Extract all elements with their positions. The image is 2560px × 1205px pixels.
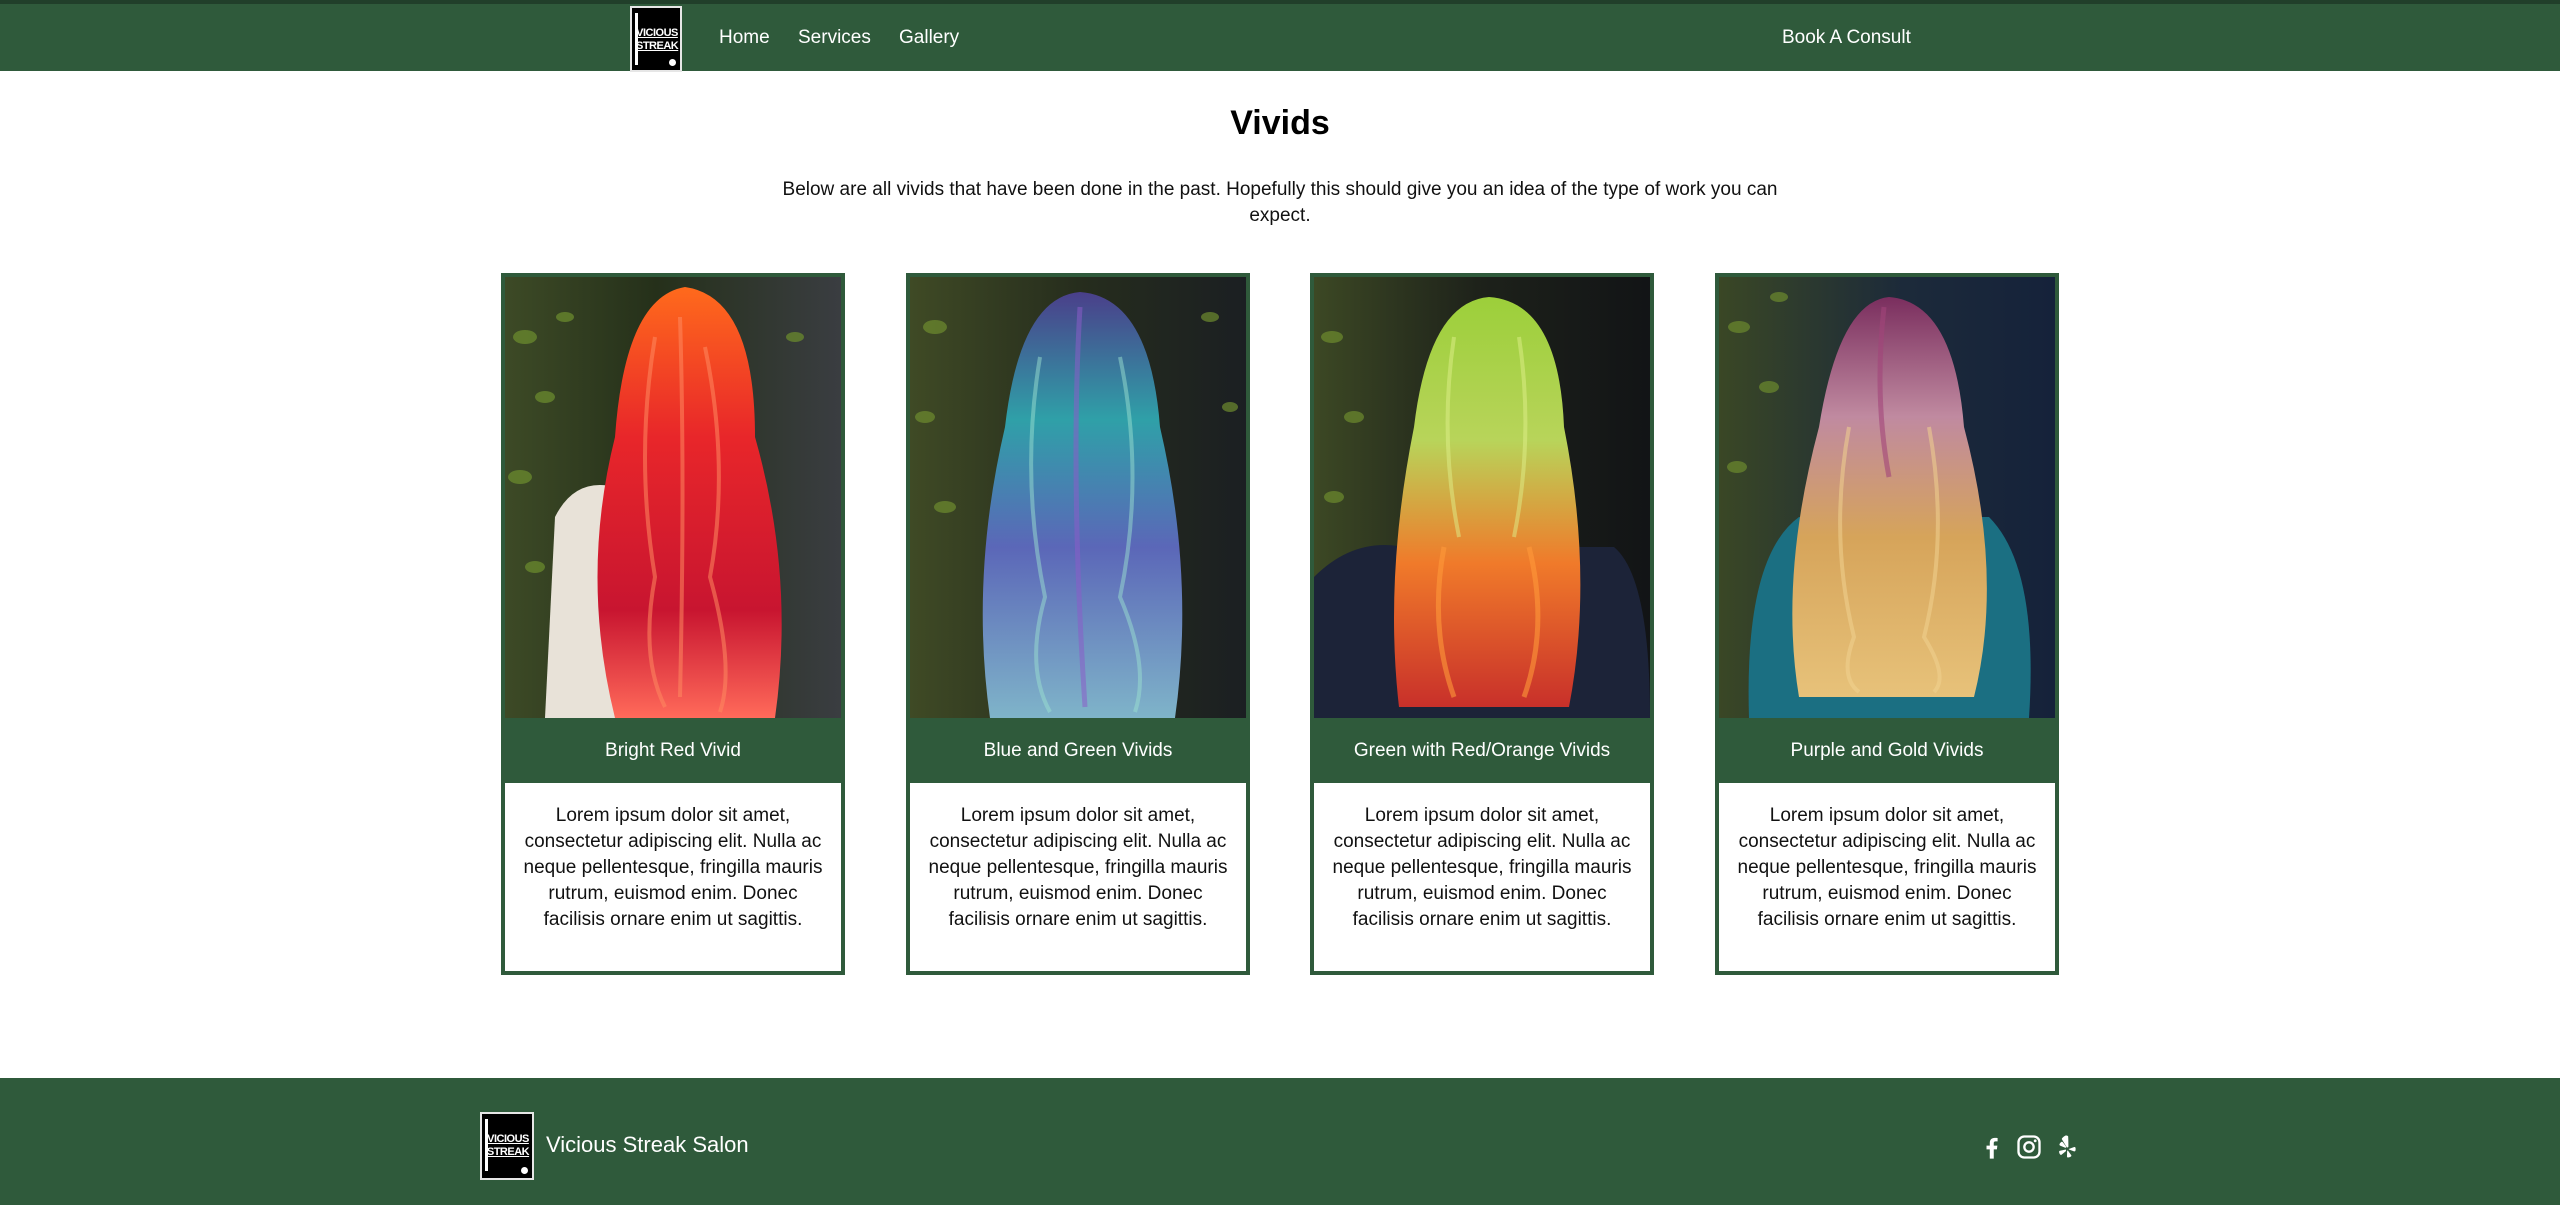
- book-consult-link[interactable]: Book A Consult: [1782, 27, 1911, 49]
- page-title: Vivids: [1230, 104, 1330, 142]
- footer-salon-name: Vicious Streak Salon: [546, 1132, 749, 1157]
- gallery-card-blue-green: Blue and Green Vivids Lorem ipsum dolor …: [906, 273, 1250, 975]
- card-description: Lorem ipsum dolor sit amet, consectetur …: [1332, 805, 1632, 930]
- card-description: Lorem ipsum dolor sit amet, consectetur …: [523, 805, 823, 930]
- card-photo-red-hair: [505, 277, 841, 718]
- intro-text: Below are all vivids that have been done…: [782, 179, 1778, 226]
- logo-text-line-1: VICIOUS: [487, 1133, 529, 1145]
- gallery-card-bright-red: Bright Red Vivid Lorem ipsum dolor sit a…: [501, 273, 845, 975]
- facebook-icon[interactable]: [1978, 1133, 2006, 1161]
- card-photo-blue-green-hair: [910, 277, 1246, 718]
- nav-link-home[interactable]: Home: [719, 27, 770, 49]
- card-photo-green-orange-hair: [1314, 277, 1650, 718]
- footer-logo[interactable]: VICIOUS STREAK: [480, 1112, 534, 1180]
- yelp-icon[interactable]: [2053, 1133, 2081, 1161]
- site-footer: VICIOUS STREAK Vicious Streak Salon: [0, 1078, 2560, 1205]
- gallery-card-purple-gold: Purple and Gold Vivids Lorem ipsum dolor…: [1715, 273, 2059, 975]
- salon-logo[interactable]: VICIOUS STREAK: [630, 6, 682, 72]
- top-navigation-bar: VICIOUS STREAK Home Services Gallery Boo…: [0, 0, 2560, 72]
- logo-text-line-1: VICIOUS: [636, 27, 678, 39]
- card-photo-purple-gold-hair: [1719, 277, 2055, 718]
- nav-link-services[interactable]: Services: [798, 27, 871, 49]
- card-title: Green with Red/Orange Vivids: [1314, 718, 1650, 783]
- instagram-icon[interactable]: [2015, 1133, 2043, 1161]
- nav-link-gallery[interactable]: Gallery: [899, 27, 959, 49]
- card-description: Lorem ipsum dolor sit amet, consectetur …: [928, 805, 1228, 930]
- logo-text-line-2: STREAK: [486, 1146, 530, 1158]
- card-title: Blue and Green Vivids: [910, 718, 1246, 783]
- card-description: Lorem ipsum dolor sit amet, consectetur …: [1737, 805, 2037, 930]
- logo-text-line-2: STREAK: [636, 40, 679, 52]
- card-title: Bright Red Vivid: [505, 718, 841, 783]
- card-title: Purple and Gold Vivids: [1719, 718, 2055, 783]
- gallery-card-green-red-orange: Green with Red/Orange Vivids Lorem ipsum…: [1310, 273, 1654, 975]
